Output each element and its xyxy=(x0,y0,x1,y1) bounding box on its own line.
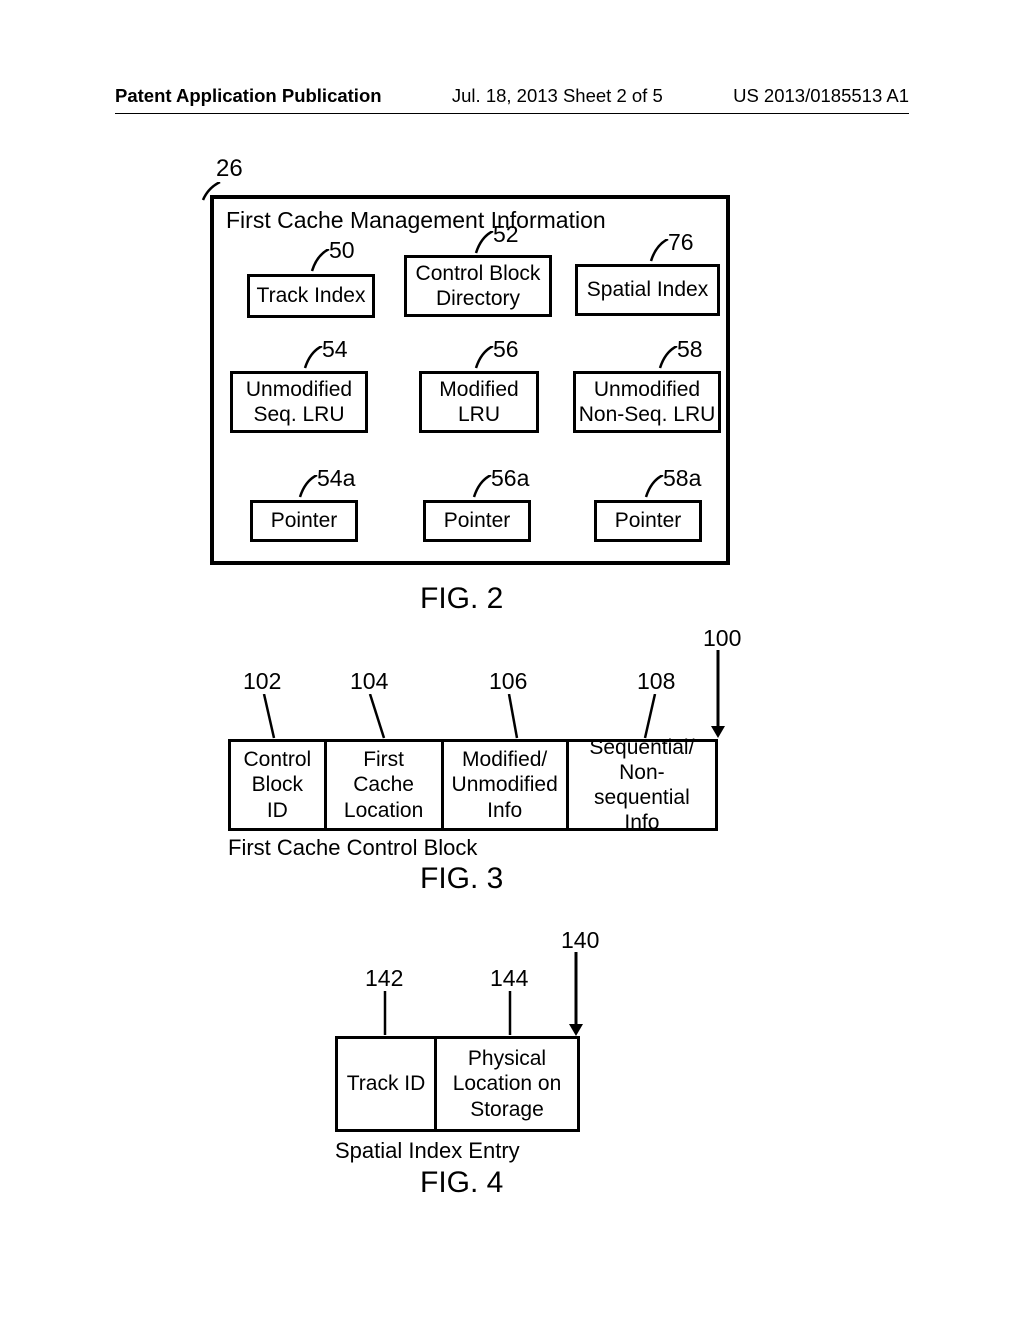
box-modified-lru: ModifiedLRU xyxy=(419,371,539,433)
ref-26: 26 xyxy=(216,155,243,183)
ref-100-arrow xyxy=(708,650,728,740)
box-76-text: Spatial Index xyxy=(587,277,708,302)
cell-physical-location: PhysicalLocation onStorage xyxy=(437,1036,580,1132)
c144-text: PhysicalLocation onStorage xyxy=(453,1046,562,1122)
ref-140: 140 xyxy=(561,927,599,954)
ref-54: 54 xyxy=(322,336,348,363)
fig4-caption: FIG. 4 xyxy=(420,1166,503,1200)
ref-76: 76 xyxy=(668,229,694,256)
c104-text: First CacheLocation xyxy=(335,747,433,823)
c108-text: Sequential/Non-sequentialInfo xyxy=(577,735,707,836)
ref-144: 144 xyxy=(490,965,528,992)
box-54-text: UnmodifiedSeq. LRU xyxy=(246,377,352,427)
box-track-index: Track Index xyxy=(247,274,375,318)
fig3-subtitle: First Cache Control Block xyxy=(228,835,477,861)
header-right: US 2013/0185513 A1 xyxy=(733,85,909,107)
fig4-container: Track ID PhysicalLocation onStorage xyxy=(335,1036,580,1132)
ref-50-leader xyxy=(307,249,332,274)
header-left: Patent Application Publication xyxy=(115,85,382,107)
box-control-block-dir: Control BlockDirectory xyxy=(404,255,552,317)
cell-control-block-id: ControlBlock ID xyxy=(228,739,327,831)
box-pointer-58a: Pointer xyxy=(594,500,702,542)
box-50-text: Track Index xyxy=(257,283,366,308)
ref-104-leader xyxy=(367,694,397,740)
ref-56a: 56a xyxy=(491,465,529,492)
box-58-text: UnmodifiedNon-Seq. LRU xyxy=(579,377,716,427)
ref-54a-leader xyxy=(295,475,320,500)
ref-58a-leader xyxy=(641,475,666,500)
fig3-container: ControlBlock ID First CacheLocation Modi… xyxy=(228,739,718,831)
ref-58a: 58a xyxy=(663,465,701,492)
ref-54a: 54a xyxy=(317,465,355,492)
header-rule xyxy=(115,113,909,114)
box-56-text: ModifiedLRU xyxy=(439,377,518,427)
ref-142: 142 xyxy=(365,965,403,992)
ref-100: 100 xyxy=(703,625,741,652)
ref-142-leader xyxy=(378,991,408,1037)
ref-102-leader xyxy=(261,694,291,740)
ref-58: 58 xyxy=(677,336,703,363)
c142-text: Track ID xyxy=(347,1071,426,1096)
ref-108-leader xyxy=(640,694,670,740)
page-header: Patent Application Publication Jul. 18, … xyxy=(0,85,1024,107)
box-54a-text: Pointer xyxy=(271,508,338,533)
box-unmod-seq-lru: UnmodifiedSeq. LRU xyxy=(230,371,368,433)
ref-144-leader xyxy=(503,991,533,1037)
ref-54-leader xyxy=(300,346,325,371)
box-spatial-index: Spatial Index xyxy=(575,264,720,316)
c102-text: ControlBlock ID xyxy=(239,747,316,823)
header-center: Jul. 18, 2013 Sheet 2 of 5 xyxy=(452,85,663,107)
fig3-caption: FIG. 3 xyxy=(420,862,503,896)
box-58a-text: Pointer xyxy=(615,508,682,533)
box-unmod-nonseq-lru: UnmodifiedNon-Seq. LRU xyxy=(573,371,721,433)
fig2-title: First Cache Management Information xyxy=(226,207,606,234)
cell-sequential-info: Sequential/Non-sequentialInfo xyxy=(569,739,718,831)
fig4-subtitle: Spatial Index Entry xyxy=(335,1138,520,1164)
c106-text: Modified/UnmodifiedInfo xyxy=(452,747,558,823)
box-pointer-56a: Pointer xyxy=(423,500,531,542)
ref-58-leader xyxy=(655,346,680,371)
ref-50: 50 xyxy=(329,237,355,264)
ref-106-leader xyxy=(506,694,536,740)
ref-140-arrow xyxy=(566,952,586,1038)
ref-76-leader xyxy=(646,239,671,264)
ref-52-leader xyxy=(471,231,496,256)
cell-first-cache-location: First CacheLocation xyxy=(327,739,444,831)
ref-56a-leader xyxy=(469,475,494,500)
box-pointer-54a: Pointer xyxy=(250,500,358,542)
box-52-text: Control BlockDirectory xyxy=(416,261,541,311)
fig2-container: First Cache Management Information 50 52… xyxy=(210,195,730,565)
fig2-caption: FIG. 2 xyxy=(420,582,503,616)
ref-108: 108 xyxy=(637,668,675,695)
cell-modified-info: Modified/UnmodifiedInfo xyxy=(444,739,569,831)
ref-106: 106 xyxy=(489,668,527,695)
ref-104: 104 xyxy=(350,668,388,695)
box-56a-text: Pointer xyxy=(444,508,511,533)
ref-56-leader xyxy=(471,346,496,371)
ref-102: 102 xyxy=(243,668,281,695)
ref-56: 56 xyxy=(493,336,519,363)
ref-52: 52 xyxy=(493,221,519,248)
cell-track-id: Track ID xyxy=(335,1036,437,1132)
